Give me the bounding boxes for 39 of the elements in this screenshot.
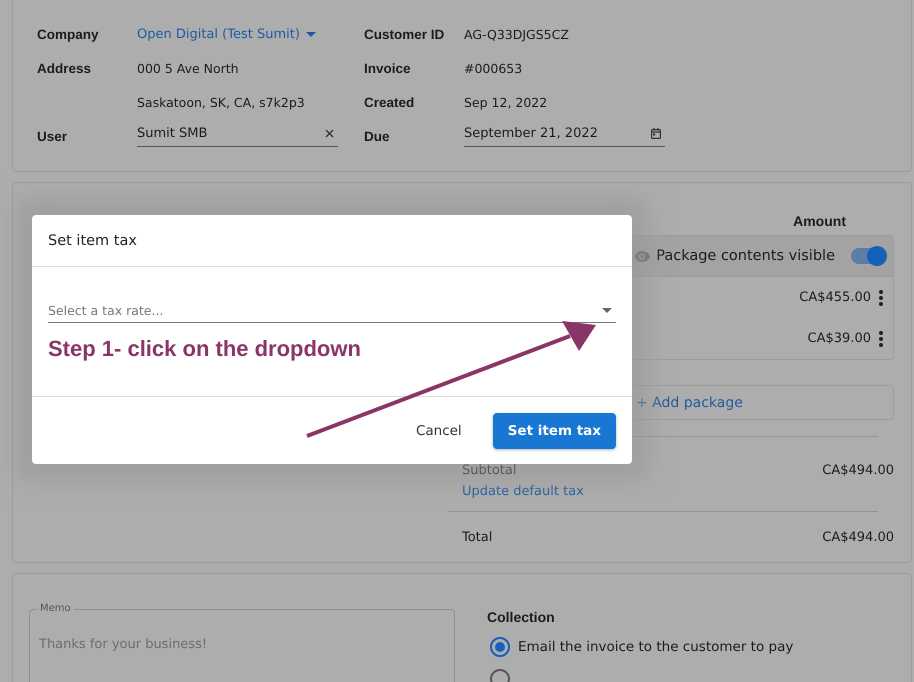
dialog-title: Set item tax [48,232,137,248]
created-date: Sep 12, 2022 [464,95,548,110]
update-default-tax-link[interactable]: Update default tax [462,484,584,499]
clear-icon[interactable] [325,129,334,138]
address-line: Saskatoon, SK, CA, s7k2p3 [137,95,306,110]
invoice-label: Invoice [364,61,412,76]
subtotal-label: Subtotal [462,463,518,478]
radio-button[interactable] [490,637,510,657]
total-label: Total [462,530,492,545]
total-value: CA$494.00 [822,530,894,545]
radio-label: Email the invoice to the customer to pay [518,639,794,655]
annotation-text: Step 1- click on the dropdown [48,336,362,362]
visibility-toggle[interactable] [851,248,887,264]
due-date-field[interactable]: September 21, 2022 [464,121,665,147]
company-dropdown[interactable]: Open Digital (Test Sumit) [137,27,316,42]
line-amount: CA$39.00 [808,331,871,346]
subtotal-value: CA$494.00 [822,463,894,478]
more-icon[interactable] [879,290,883,306]
customer-id-value: AG-Q33DJGS5CZ [464,27,570,42]
collection-heading: Collection [487,609,556,625]
amount-heading: Amount [793,213,846,229]
eye-icon [634,250,650,262]
due-label: Due [364,129,391,144]
calendar-icon[interactable] [651,128,661,139]
address-label: Address [37,61,92,76]
address-line: 000 5 Ave North [137,61,240,76]
dropdown-caret-icon [602,308,612,313]
user-field[interactable]: Sumit SMB [137,121,338,147]
more-icon[interactable] [879,330,883,346]
user-label: User [37,129,68,144]
created-label: Created [364,95,416,110]
line-amount: CA$455.00 [799,290,871,305]
tax-rate-select[interactable]: Select a tax rate... [48,299,616,323]
confirm-button[interactable]: Set item tax [492,412,616,448]
invoice-number: #000653 [464,61,524,76]
caret-icon [306,32,316,37]
visibility-label: Package contents visible [656,248,835,264]
customer-id-label: Customer ID [364,27,446,42]
company-label: Company [37,27,100,42]
